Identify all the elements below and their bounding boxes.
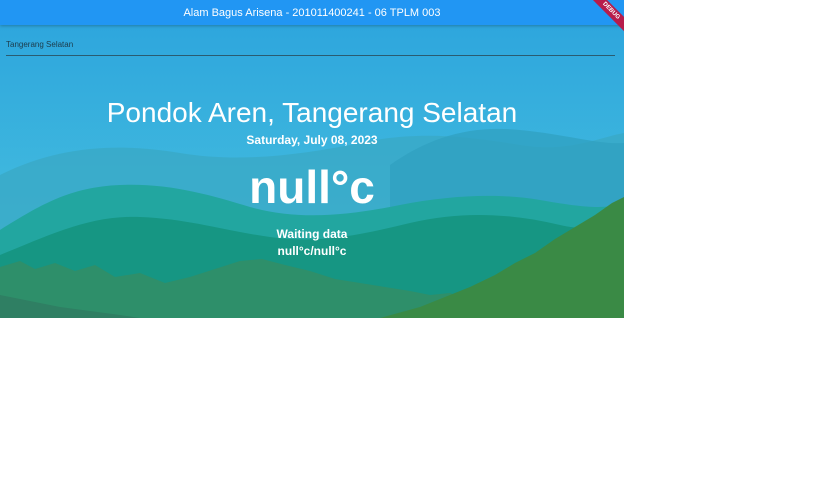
location-title: Pondok Aren, Tangerang Selatan <box>106 97 518 128</box>
min-max-temperature: null°c/null°c <box>277 244 347 258</box>
weather-description: Waiting data <box>276 227 348 241</box>
app-window: Alam Bagus Arisena - 201011400241 - 06 T… <box>0 0 624 318</box>
app-title: Alam Bagus Arisena - 201011400241 - 06 T… <box>183 6 441 19</box>
app-bar: Alam Bagus Arisena - 201011400241 - 06 T… <box>0 0 624 25</box>
weather-panel: Pondok Aren, Tangerang Selatan Saturday,… <box>0 0 624 318</box>
current-date: Saturday, July 08, 2023 <box>246 133 378 147</box>
current-temperature: null°c <box>249 161 375 213</box>
